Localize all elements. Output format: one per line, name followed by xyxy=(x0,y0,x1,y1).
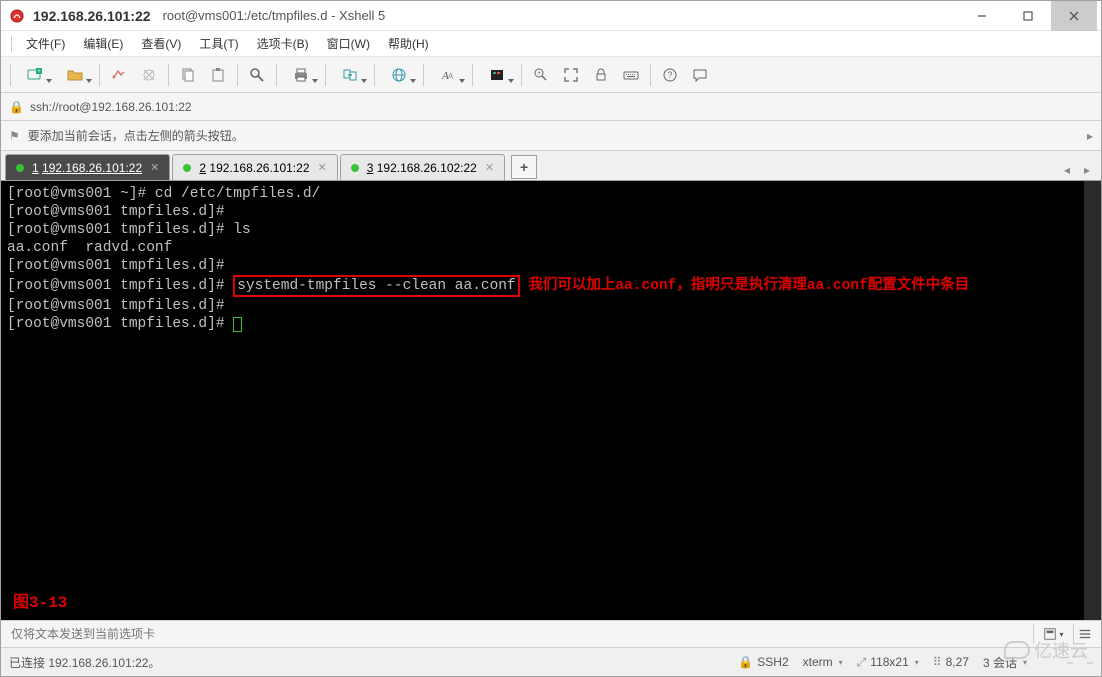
cursor-pos-icon: ⠿ xyxy=(933,655,942,669)
svg-text:+: + xyxy=(37,69,41,75)
hint-text: 要添加当前会话，点击左侧的箭头按钮。 xyxy=(28,127,244,144)
status-num: ⎯ xyxy=(1087,655,1093,670)
tab-nav-left-icon[interactable]: ◂ xyxy=(1057,160,1077,180)
file-transfer-button[interactable] xyxy=(331,62,369,88)
tab-close-icon[interactable]: ✕ xyxy=(318,161,327,174)
tab-close-icon[interactable]: ✕ xyxy=(485,161,494,174)
fullscreen-button[interactable] xyxy=(557,62,585,88)
status-dot-icon xyxy=(351,164,359,172)
session-tab-1[interactable]: 1 192.168.26.101:22 ✕ xyxy=(5,154,170,180)
status-dot-icon xyxy=(183,164,191,172)
minimize-button[interactable] xyxy=(959,1,1005,31)
session-tab-2[interactable]: 2 192.168.26.101:22 ✕ xyxy=(172,154,337,180)
help-button[interactable]: ? xyxy=(656,62,684,88)
add-tab-button[interactable]: + xyxy=(511,155,537,179)
zoom-button[interactable]: + xyxy=(527,62,555,88)
close-button[interactable] xyxy=(1051,1,1097,31)
maximize-button[interactable] xyxy=(1005,1,1051,31)
status-dot-icon xyxy=(16,164,24,172)
session-tab-3[interactable]: 3 192.168.26.102:22 ✕ xyxy=(340,154,505,180)
new-session-button[interactable]: + xyxy=(16,62,54,88)
toolbar: + AA + ? xyxy=(1,57,1101,93)
status-bar: 已连接 192.168.26.101:22。 🔒SSH2 xterm▾ ⤢118… xyxy=(1,648,1101,676)
status-sessions[interactable]: 3 会话▾ xyxy=(983,654,1027,671)
send-menu-button[interactable] xyxy=(1073,624,1095,644)
color-scheme-button[interactable] xyxy=(478,62,516,88)
terminal-area: [root@vms001 ~]# cd /etc/tmpfiles.d/ [ro… xyxy=(1,181,1101,620)
menu-tools[interactable]: 工具(T) xyxy=(191,32,246,55)
status-cap: ⎯ xyxy=(1067,655,1073,670)
menu-file[interactable]: 文件(F) xyxy=(18,32,73,55)
terminal-scrollbar[interactable] xyxy=(1084,181,1101,620)
feedback-button[interactable] xyxy=(686,62,714,88)
status-protocol: 🔒SSH2 xyxy=(738,655,788,669)
menu-help[interactable]: 帮助(H) xyxy=(380,32,437,55)
menu-bar: 文件(F) 编辑(E) 查看(V) 工具(T) 选项卡(B) 窗口(W) 帮助(… xyxy=(1,31,1101,57)
svg-text:+: + xyxy=(537,71,541,77)
quick-send-bar: ▾ xyxy=(1,620,1101,648)
keyboard-button[interactable] xyxy=(617,62,645,88)
status-cursor: ⠿8,27 xyxy=(933,655,969,669)
resize-icon: ⤢ xyxy=(857,655,867,670)
lock-icon: 🔒 xyxy=(9,100,24,114)
reconnect-button[interactable] xyxy=(105,62,133,88)
title-path: root@vms001:/etc/tmpfiles.d - Xshell 5 xyxy=(163,8,386,23)
menu-window[interactable]: 窗口(W) xyxy=(319,32,378,55)
address-bar: 🔒 ssh://root@192.168.26.101:22 xyxy=(1,93,1101,121)
menu-tab[interactable]: 选项卡(B) xyxy=(249,32,317,55)
lock-button[interactable] xyxy=(587,62,615,88)
hint-bar: ⚑ 要添加当前会话，点击左侧的箭头按钮。 ▸ xyxy=(1,121,1101,151)
paste-button[interactable] xyxy=(204,62,232,88)
print-button[interactable] xyxy=(282,62,320,88)
send-target-dropdown[interactable]: ▾ xyxy=(1033,624,1073,644)
quick-send-input[interactable] xyxy=(7,623,1033,645)
menu-edit[interactable]: 编辑(E) xyxy=(75,32,131,55)
disconnect-button[interactable] xyxy=(135,62,163,88)
title-ip: 192.168.26.101:22 xyxy=(33,8,151,24)
hint-collapse-icon[interactable]: ▸ xyxy=(1087,129,1093,143)
find-button[interactable] xyxy=(243,62,271,88)
terminal[interactable]: [root@vms001 ~]# cd /etc/tmpfiles.d/ [ro… xyxy=(1,181,1084,620)
status-connected: 已连接 192.168.26.101:22。 xyxy=(9,654,160,671)
svg-text:?: ? xyxy=(667,70,672,80)
globe-button[interactable] xyxy=(380,62,418,88)
svg-text:A: A xyxy=(448,72,454,81)
font-button[interactable]: AA xyxy=(429,62,467,88)
tab-close-icon[interactable]: ✕ xyxy=(150,161,159,174)
app-logo-icon xyxy=(9,8,25,24)
address-url[interactable]: ssh://root@192.168.26.101:22 xyxy=(30,100,192,114)
lock-icon: 🔒 xyxy=(738,655,753,669)
menu-view[interactable]: 查看(V) xyxy=(133,32,189,55)
status-term[interactable]: xterm▾ xyxy=(803,655,843,669)
tab-nav-right-icon[interactable]: ▸ xyxy=(1077,160,1097,180)
copy-button[interactable] xyxy=(174,62,202,88)
tab-bar: 1 192.168.26.101:22 ✕ 2 192.168.26.101:2… xyxy=(1,151,1101,181)
open-button[interactable] xyxy=(56,62,94,88)
title-bar: 192.168.26.101:22 root@vms001:/etc/tmpfi… xyxy=(1,1,1101,31)
status-size[interactable]: ⤢118x21▾ xyxy=(857,655,919,670)
flag-icon[interactable]: ⚑ xyxy=(9,129,20,143)
